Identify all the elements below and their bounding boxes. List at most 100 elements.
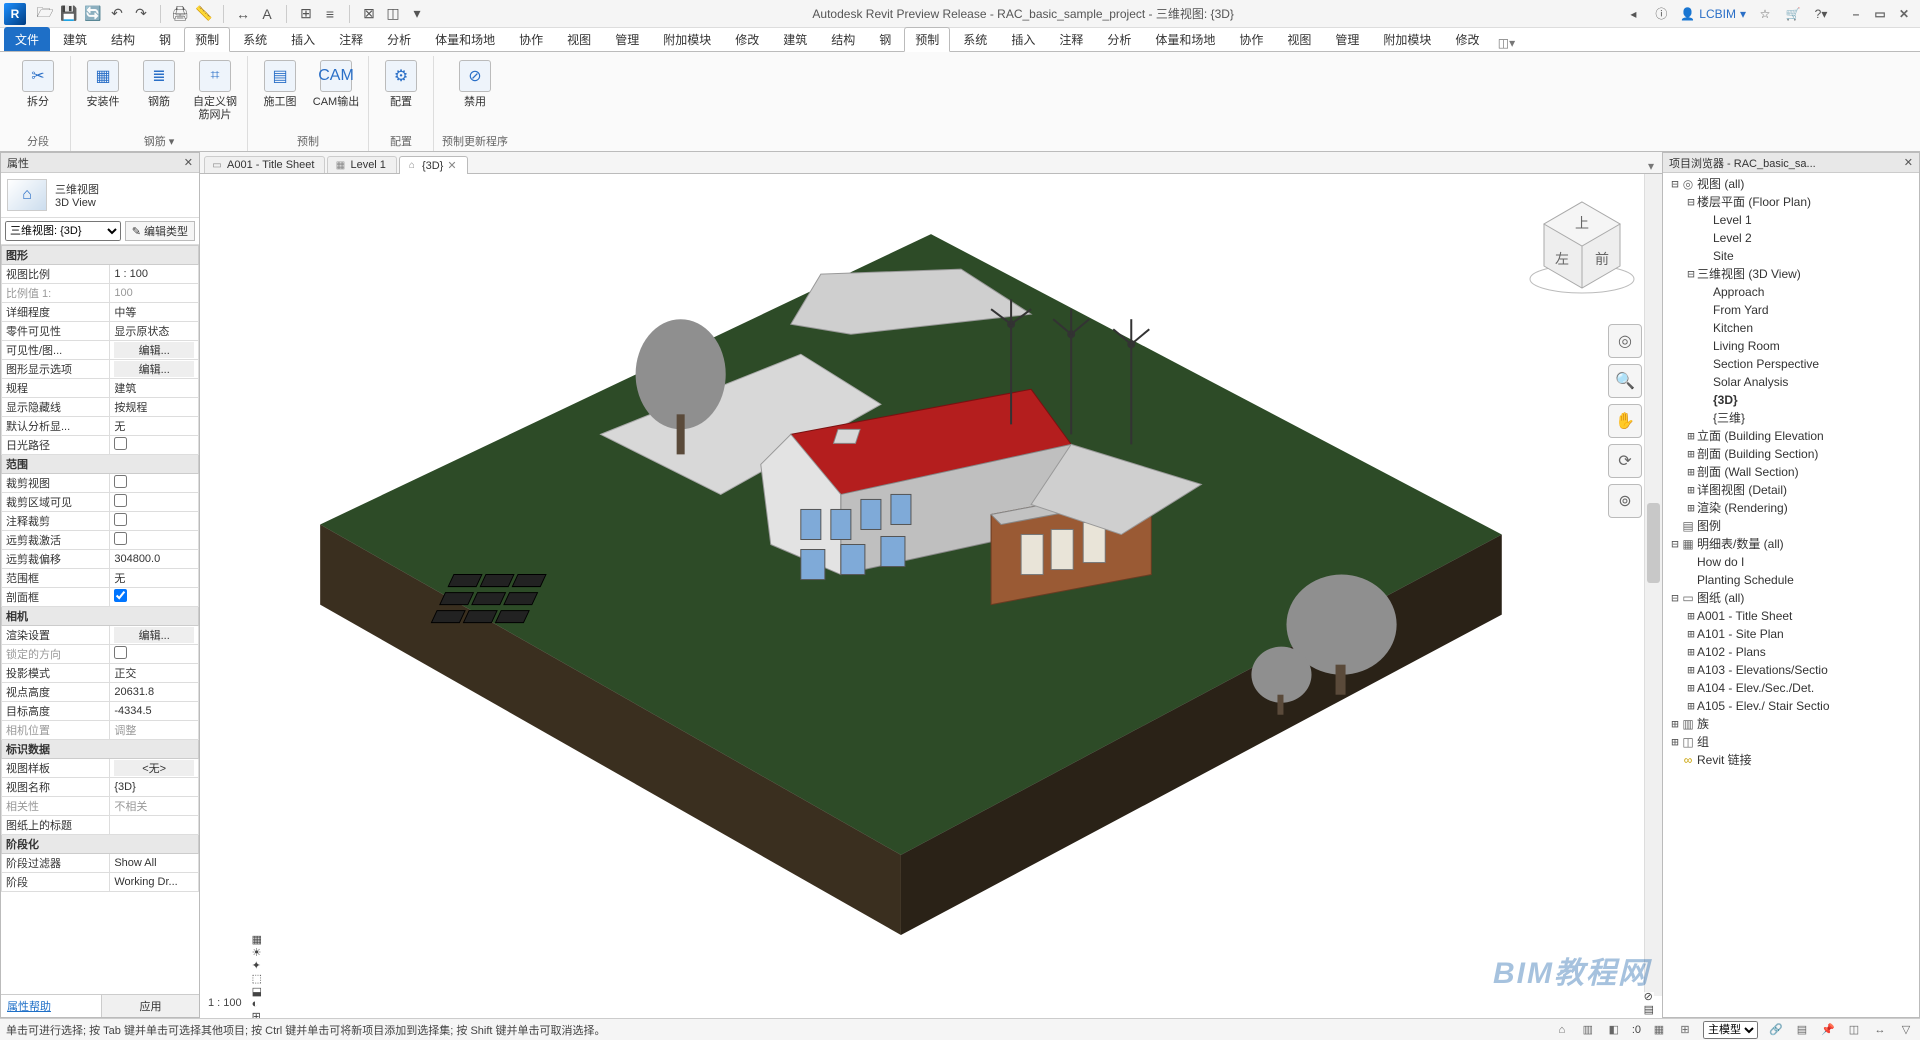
ribbon-tab[interactable]: 钢: [148, 27, 182, 51]
tree-item[interactable]: ▤图例: [1669, 517, 1915, 535]
document-tab[interactable]: ▭A001 - Title Sheet: [204, 156, 325, 173]
property-value[interactable]: 按规程: [110, 398, 199, 417]
align-icon[interactable]: ≡: [321, 5, 339, 23]
tree-item[interactable]: Site: [1701, 247, 1915, 265]
tree-item[interactable]: Solar Analysis: [1701, 373, 1915, 391]
ribbon-button[interactable]: CAMCAM输出: [312, 60, 360, 109]
ribbon-tab[interactable]: 钢: [868, 27, 902, 51]
tree-item[interactable]: From Yard: [1701, 301, 1915, 319]
thin-lines-icon[interactable]: ⊞: [297, 5, 315, 23]
property-value[interactable]: 编辑...: [110, 360, 199, 379]
property-edit-button[interactable]: <无>: [114, 760, 194, 776]
ribbon-tab[interactable]: 附加模块: [1372, 27, 1442, 51]
tree-item[interactable]: ⊟◎视图 (all)⊟楼层平面 (Floor Plan) Level 1 Lev…: [1669, 175, 1915, 517]
viewctrl-icon[interactable]: ⬓: [252, 985, 262, 998]
tree-item[interactable]: Level 1: [1701, 211, 1915, 229]
property-value[interactable]: 1 : 100: [110, 265, 199, 284]
property-checkbox[interactable]: [114, 532, 127, 545]
open-icon[interactable]: 🗁: [36, 5, 54, 23]
property-value[interactable]: 不相关: [110, 797, 199, 816]
property-value[interactable]: [110, 588, 199, 607]
ribbon-button[interactable]: ⊘禁用: [451, 60, 499, 109]
view-canvas[interactable]: 上 左 前 ◎ 🔍 ✋ ⟳ ⊚ 1 : 100 ▦☀✦⬚⬓◐⊞◧↻▤< ⊘▤ B…: [200, 174, 1662, 1018]
tree-label[interactable]: 图纸 (all): [1697, 591, 1744, 605]
select-pinned-icon[interactable]: 📌: [1820, 1022, 1836, 1038]
tree-item[interactable]: ⊞◫组: [1669, 733, 1915, 751]
viewctrl-icon[interactable]: ⊞: [252, 1010, 262, 1019]
ribbon-button[interactable]: ⌗自定义钢筋网片: [191, 60, 239, 122]
doctabs-overflow-icon[interactable]: ▾: [1640, 159, 1662, 173]
tree-item[interactable]: ⊞渲染 (Rendering): [1685, 499, 1915, 517]
print-icon[interactable]: 🖨: [171, 5, 189, 23]
property-value[interactable]: Show All: [110, 854, 199, 873]
property-value[interactable]: 正交: [110, 664, 199, 683]
ribbon-tab[interactable]: 视图: [556, 27, 602, 51]
user-menu[interactable]: 👤 LCBIM ▾: [1680, 7, 1746, 21]
tree-item[interactable]: ⊞▥族: [1669, 715, 1915, 733]
ribbon-tab[interactable]: 结构: [100, 27, 146, 51]
ribbon-tab[interactable]: 分析: [376, 27, 422, 51]
property-value[interactable]: 显示原状态: [110, 322, 199, 341]
property-value[interactable]: [110, 816, 199, 835]
ribbon-tab[interactable]: 管理: [1324, 27, 1370, 51]
minimize-button[interactable]: –: [1848, 6, 1864, 22]
ribbon-tab[interactable]: 协作: [1228, 27, 1274, 51]
document-tab[interactable]: ⌂{3D}✕: [399, 156, 468, 174]
ribbon-tab[interactable]: 分析: [1096, 27, 1142, 51]
tree-item[interactable]: {3D}: [1701, 391, 1915, 409]
status-icon[interactable]: ◧: [1606, 1022, 1622, 1038]
text-icon[interactable]: A: [258, 5, 276, 23]
ribbon-tab[interactable]: 视图: [1276, 27, 1322, 51]
property-value[interactable]: 中等: [110, 303, 199, 322]
tree-item[interactable]: ⊞A104 - Elev./Sec./Det.: [1685, 679, 1915, 697]
property-value[interactable]: [110, 531, 199, 550]
document-tab[interactable]: ▦Level 1: [327, 156, 396, 173]
tree-item[interactable]: How do I: [1685, 553, 1915, 571]
ribbon-tab[interactable]: 管理: [604, 27, 650, 51]
ribbon-tab[interactable]: 修改: [724, 27, 770, 51]
nav-zoom-icon[interactable]: 🔍: [1608, 364, 1642, 398]
property-value[interactable]: Working Dr...: [110, 873, 199, 892]
property-edit-button[interactable]: 编辑...: [114, 342, 194, 358]
property-value[interactable]: 编辑...: [110, 626, 199, 645]
property-value[interactable]: 100: [110, 284, 199, 303]
property-value[interactable]: 调整: [110, 721, 199, 740]
doctab-close-icon[interactable]: ✕: [447, 159, 456, 172]
property-value[interactable]: [110, 436, 199, 455]
tree-item[interactable]: ⊞A001 - Title Sheet: [1685, 607, 1915, 625]
tree-item[interactable]: Section Perspective: [1701, 355, 1915, 373]
property-value[interactable]: <无>: [110, 759, 199, 778]
ribbon-tab[interactable]: 体量和场地: [1144, 27, 1226, 51]
select-underlay-icon[interactable]: ▤: [1794, 1022, 1810, 1038]
apply-button[interactable]: 应用: [101, 995, 199, 1017]
viewctrl-icon[interactable]: ▤: [1644, 1003, 1654, 1016]
ribbon-tab[interactable]: 结构: [820, 27, 866, 51]
property-value[interactable]: 编辑...: [110, 341, 199, 360]
property-checkbox[interactable]: [114, 475, 127, 488]
tree-label[interactable]: 三维视图 (3D View): [1697, 267, 1801, 281]
close-button[interactable]: ✕: [1896, 6, 1912, 22]
tree-label[interactable]: 明细表/数量 (all): [1697, 537, 1784, 551]
property-value[interactable]: [110, 493, 199, 512]
status-icon[interactable]: ▦: [1651, 1022, 1667, 1038]
property-value[interactable]: 20631.8: [110, 683, 199, 702]
property-value[interactable]: 无: [110, 569, 199, 588]
viewctrl-icon[interactable]: ◐: [252, 998, 262, 1010]
status-icon[interactable]: ▥: [1580, 1022, 1596, 1038]
property-value[interactable]: {3D}: [110, 778, 199, 797]
ribbon-tab[interactable]: 预制: [184, 27, 230, 52]
nav-orbit-icon[interactable]: ⟳: [1608, 444, 1642, 478]
view-selector[interactable]: 三维视图: {3D}: [5, 221, 121, 241]
status-icon[interactable]: ⊞: [1677, 1022, 1693, 1038]
ribbon-tab[interactable]: 预制: [904, 27, 950, 52]
drag-icon[interactable]: ↔: [1872, 1022, 1888, 1038]
ribbon-tab[interactable]: 建筑: [52, 27, 98, 51]
tree-item[interactable]: Planting Schedule: [1685, 571, 1915, 589]
status-icon[interactable]: ⌂: [1554, 1022, 1570, 1038]
property-value[interactable]: 建筑: [110, 379, 199, 398]
property-value[interactable]: [110, 474, 199, 493]
undo-icon[interactable]: ↶: [108, 5, 126, 23]
tab-file[interactable]: 文件: [4, 27, 50, 51]
filter-icon[interactable]: ▽: [1898, 1022, 1914, 1038]
ribbon-tab[interactable]: 系统: [232, 27, 278, 51]
